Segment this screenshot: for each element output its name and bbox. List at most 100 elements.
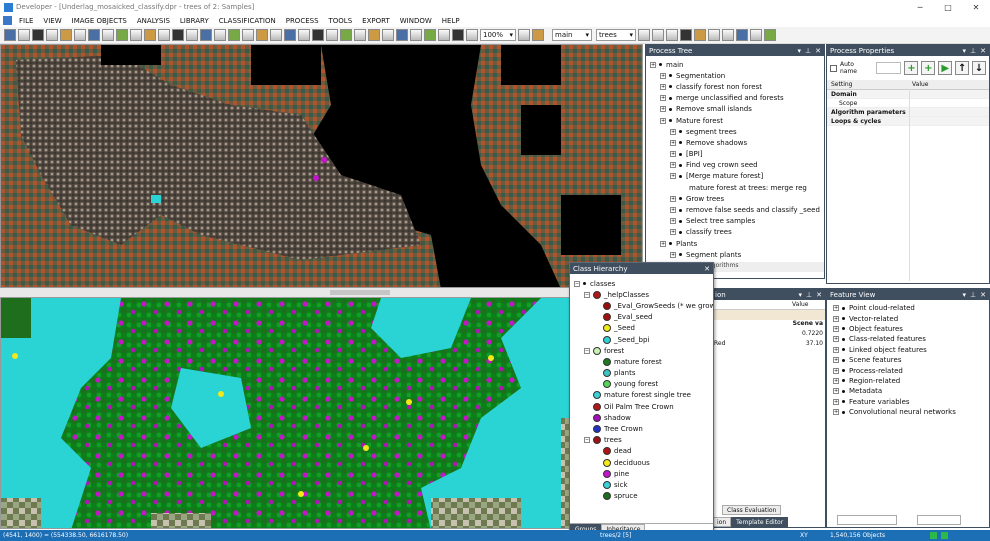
process-item[interactable]: + classify forest non forest <box>650 81 824 92</box>
menu-file[interactable]: FILE <box>14 17 38 25</box>
menu-classification[interactable]: CLASSIFICATION <box>214 17 281 25</box>
zoom-select[interactable]: 100% ▾ <box>480 29 516 41</box>
process-item[interactable]: + classify trees <box>650 227 824 238</box>
undo-icon[interactable] <box>708 29 720 41</box>
open-icon[interactable] <box>18 29 30 41</box>
class-item[interactable]: shadow <box>574 412 713 423</box>
process-item[interactable]: + [BPI] <box>650 149 824 160</box>
name-field[interactable] <box>875 62 902 74</box>
expand-icon[interactable]: + <box>833 398 839 405</box>
tool-icon[interactable] <box>680 29 692 41</box>
tool-icon[interactable] <box>368 29 380 41</box>
collapse-icon[interactable]: − <box>584 437 590 444</box>
class-item[interactable]: _Seed <box>574 323 713 334</box>
maximize-icon[interactable]: □ <box>934 3 962 12</box>
tool-icon[interactable] <box>102 29 114 41</box>
expand-icon[interactable]: + <box>670 151 676 158</box>
tool-icon[interactable] <box>284 29 296 41</box>
tool-icon[interactable] <box>228 29 240 41</box>
feature-category[interactable]: + Vector-related <box>827 313 989 323</box>
pin-icon[interactable]: ▾ <box>799 291 803 299</box>
expand-icon[interactable]: + <box>650 61 656 68</box>
process-item[interactable]: + segment trees <box>650 126 824 137</box>
process-item[interactable]: + Select tree samples <box>650 216 824 227</box>
class-item[interactable]: mature forest single tree <box>574 390 713 401</box>
process-item[interactable]: + Segmentation <box>650 70 824 81</box>
feature-category[interactable]: + Scene features <box>827 355 989 365</box>
tool-icon[interactable] <box>242 29 254 41</box>
feature-category[interactable]: + Object features <box>827 324 989 334</box>
property-row[interactable]: Loops & cycles <box>827 117 989 126</box>
tool-icon[interactable] <box>186 29 198 41</box>
image-view-top[interactable] <box>0 44 643 288</box>
process-item[interactable]: + Plants <box>650 238 824 249</box>
tool-icon[interactable] <box>60 29 72 41</box>
tab-template-editor[interactable]: Template Editor <box>731 517 789 527</box>
expand-icon[interactable]: + <box>670 162 676 169</box>
tool-icon[interactable] <box>424 29 436 41</box>
process-item[interactable]: + Remove shadows <box>650 137 824 148</box>
tool-icon[interactable] <box>354 29 366 41</box>
tool-icon[interactable] <box>214 29 226 41</box>
feature-input[interactable] <box>917 515 961 525</box>
tool-icon[interactable] <box>518 29 530 41</box>
move-down-button[interactable]: ↓ <box>972 61 987 75</box>
process-item[interactable]: + remove false seeds and classify _seed <box>650 204 824 215</box>
app-menu-icon[interactable] <box>3 16 12 25</box>
execute-button[interactable]: ▶ <box>938 61 953 75</box>
menu-help[interactable]: HELP <box>437 17 465 25</box>
feature-category[interactable]: + Linked object features <box>827 345 989 355</box>
close-icon[interactable]: ✕ <box>815 47 821 55</box>
tool-icon[interactable] <box>750 29 762 41</box>
class-item[interactable]: pine <box>574 468 713 479</box>
class-item[interactable]: dead <box>574 446 713 457</box>
tool-icon[interactable] <box>256 29 268 41</box>
redo-icon[interactable] <box>722 29 734 41</box>
class-item[interactable]: Tree Crown <box>574 423 713 434</box>
minimize-icon[interactable]: ─ <box>906 3 934 12</box>
menu-tools[interactable]: TOOLS <box>324 17 358 25</box>
tool-icon[interactable] <box>158 29 170 41</box>
expand-icon[interactable]: + <box>670 251 676 258</box>
feature-category[interactable]: + Point cloud-related <box>827 303 989 313</box>
feature-category[interactable]: + Process-related <box>827 365 989 375</box>
expand-icon[interactable]: + <box>670 229 676 236</box>
property-row[interactable]: Domain <box>827 90 989 99</box>
expand-icon[interactable]: + <box>670 173 676 180</box>
expand-icon[interactable]: + <box>670 218 676 225</box>
expand-icon[interactable]: + <box>833 377 839 384</box>
auto-name-checkbox[interactable] <box>830 64 837 72</box>
feature-category[interactable]: + Metadata <box>827 386 989 396</box>
expand-icon[interactable]: + <box>833 357 839 364</box>
expand-icon[interactable]: + <box>660 106 666 113</box>
tool-icon[interactable] <box>764 29 776 41</box>
close-icon[interactable]: ✕ <box>962 3 990 12</box>
tool-icon[interactable] <box>130 29 142 41</box>
expand-icon[interactable]: + <box>660 83 666 90</box>
expand-icon[interactable] <box>680 184 686 191</box>
pin-icon[interactable]: ⊥ <box>970 47 976 55</box>
tool-icon[interactable] <box>438 29 450 41</box>
feature-category[interactable]: + Region-related <box>827 376 989 386</box>
tool-icon[interactable] <box>666 29 678 41</box>
class-item[interactable]: deciduous <box>574 457 713 468</box>
pin-icon[interactable]: ▾ <box>963 47 967 55</box>
close-icon[interactable]: ✕ <box>704 265 710 273</box>
zoom-out-icon[interactable] <box>452 29 464 41</box>
new-project-icon[interactable] <box>4 29 16 41</box>
process-item[interactable]: + merge unclassified and forests <box>650 93 824 104</box>
save-icon[interactable] <box>32 29 44 41</box>
tool-icon[interactable] <box>532 29 544 41</box>
close-icon[interactable]: ✕ <box>980 47 986 55</box>
tool-icon[interactable] <box>144 29 156 41</box>
map-select[interactable]: main ▾ <box>552 29 592 41</box>
collapse-icon[interactable]: − <box>584 347 590 354</box>
pin-icon[interactable]: ⊥ <box>970 291 976 299</box>
process-item[interactable]: + Segment plants <box>650 249 824 260</box>
add-process-button[interactable]: + <box>904 61 919 75</box>
expand-icon[interactable]: + <box>833 305 839 312</box>
tool-icon[interactable] <box>116 29 128 41</box>
property-row[interactable]: Algorithm parameters <box>827 108 989 117</box>
expand-icon[interactable]: + <box>670 139 676 146</box>
class-item[interactable]: _Eval_GrowSeeds (* we grow <box>574 300 713 311</box>
